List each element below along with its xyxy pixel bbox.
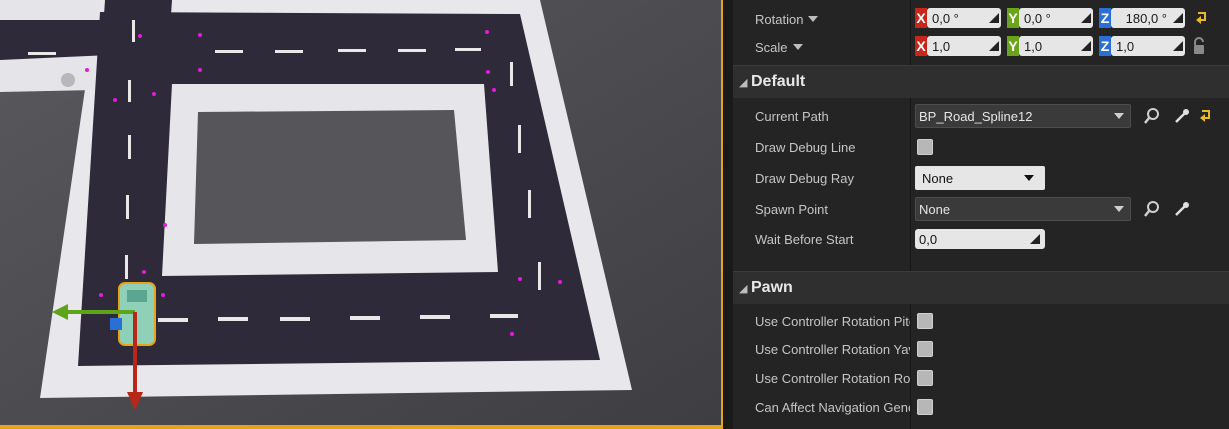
draw-debug-ray-select[interactable]: None — [915, 166, 1045, 190]
eyedropper-icon[interactable] — [1173, 200, 1191, 218]
draw-debug-ray-value: None — [922, 170, 954, 186]
section-title: Default — [751, 73, 806, 90]
draw-debug-line-label: Draw Debug Line — [755, 139, 856, 155]
spawn-point-label: Spawn Point — [755, 201, 828, 217]
x-axis-tag: X — [915, 8, 927, 28]
use-controller-rotation-roll-checkbox[interactable] — [917, 370, 933, 386]
collapse-arrow-icon[interactable]: ◢ — [739, 282, 747, 295]
use-controller-rotation-roll-label: Use Controller Rotation Rol — [755, 370, 910, 386]
current-path-combo[interactable]: BP_Road_Spline12 — [915, 104, 1131, 128]
current-path-row: Current Path BP_Road_Spline12 — [733, 104, 1229, 128]
default-section-header[interactable]: ◢ Default — [733, 65, 1229, 98]
drag-grip-icon[interactable] — [989, 13, 999, 23]
use-controller-rotation-yaw-checkbox[interactable] — [917, 341, 933, 357]
reset-to-default-icon[interactable] — [1195, 10, 1209, 26]
collapse-arrow-icon[interactable]: ◢ — [739, 76, 747, 89]
rotation-y-field[interactable]: Y 0,0 ° — [1007, 8, 1095, 28]
draw-debug-ray-row: Draw Debug Ray None — [733, 166, 1229, 190]
use-controller-rotation-pitch-checkbox[interactable] — [917, 313, 933, 329]
x-axis-tag: X — [915, 36, 927, 56]
use-controller-rotation-yaw-label: Use Controller Rotation Yav — [755, 341, 910, 357]
use-controller-rotation-pitch-label: Use Controller Rotation Pitc — [755, 313, 910, 329]
y-axis-tag: Y — [1007, 36, 1019, 56]
viewport-border-bottom — [0, 425, 723, 429]
can-affect-navigation-row: Can Affect Navigation Gene — [733, 397, 1229, 417]
spawn-point-row: Spawn Point None — [733, 197, 1229, 221]
spawn-point-combo[interactable]: None — [915, 197, 1131, 221]
rotation-x-field[interactable]: X 0,0 ° — [915, 8, 1003, 28]
wait-before-start-label: Wait Before Start — [755, 231, 854, 247]
search-icon[interactable] — [1143, 200, 1161, 218]
drag-grip-icon[interactable] — [1173, 41, 1183, 51]
details-panel: Rotation X 0,0 ° Y 0,0 ° Z 180,0 ° Scale… — [733, 0, 1229, 429]
chevron-down-icon — [1114, 113, 1124, 119]
use-controller-rotation-yaw-row: Use Controller Rotation Yav — [733, 339, 1229, 359]
y-axis-tag: Y — [1007, 8, 1019, 28]
current-path-value: BP_Road_Spline12 — [919, 108, 1033, 124]
reset-to-default-icon[interactable] — [1199, 108, 1213, 124]
draw-debug-line-row: Draw Debug Line — [733, 137, 1229, 157]
drag-grip-icon[interactable] — [989, 41, 999, 51]
drag-grip-icon[interactable] — [1030, 234, 1040, 244]
chevron-down-icon — [1114, 206, 1124, 212]
section-title: Pawn — [751, 279, 793, 296]
can-affect-navigation-checkbox[interactable] — [917, 399, 933, 415]
scale-x-field[interactable]: X 1,0 — [915, 36, 1003, 56]
eyedropper-icon[interactable] — [1173, 107, 1191, 125]
splitter[interactable] — [723, 0, 733, 429]
wait-before-start-input[interactable]: 0,0 — [915, 229, 1045, 249]
scale-y-field[interactable]: Y 1,0 — [1007, 36, 1095, 56]
lock-icon[interactable] — [1191, 37, 1207, 55]
z-axis-tag: Z — [1099, 36, 1111, 56]
z-axis-tag: Z — [1099, 8, 1111, 28]
spawn-point-value: None — [919, 201, 951, 217]
drag-grip-icon[interactable] — [1081, 13, 1091, 23]
draw-debug-line-checkbox[interactable] — [917, 139, 933, 155]
scale-row: Scale X 1,0 Y 1,0 Z 1,0 — [733, 36, 1229, 58]
chevron-down-icon — [1024, 175, 1034, 181]
use-controller-rotation-pitch-row: Use Controller Rotation Pitc — [733, 311, 1229, 331]
rotation-label[interactable]: Rotation — [755, 8, 910, 30]
wait-before-start-row: Wait Before Start 0,0 — [733, 229, 1229, 249]
wait-before-start-value: 0,0 — [919, 231, 938, 247]
rotation-row: Rotation X 0,0 ° Y 0,0 ° Z 180,0 ° — [733, 8, 1229, 30]
drag-grip-icon[interactable] — [1173, 13, 1183, 23]
scale-z-field[interactable]: Z 1,0 — [1099, 36, 1187, 56]
scale-label[interactable]: Scale — [755, 36, 910, 58]
current-path-label: Current Path — [755, 108, 829, 124]
chevron-down-icon — [808, 16, 819, 22]
search-icon[interactable] — [1143, 107, 1161, 125]
can-affect-navigation-label: Can Affect Navigation Gene — [755, 399, 910, 415]
chevron-down-icon — [792, 44, 803, 50]
level-viewport[interactable] — [0, 0, 723, 429]
rotation-z-field[interactable]: Z 180,0 ° — [1099, 8, 1187, 28]
drag-grip-icon[interactable] — [1081, 41, 1091, 51]
viewport-scene[interactable] — [0, 0, 723, 429]
draw-debug-ray-label: Draw Debug Ray — [755, 170, 854, 186]
pawn-section-header[interactable]: ◢ Pawn — [733, 271, 1229, 304]
use-controller-rotation-roll-row: Use Controller Rotation Rol — [733, 368, 1229, 388]
